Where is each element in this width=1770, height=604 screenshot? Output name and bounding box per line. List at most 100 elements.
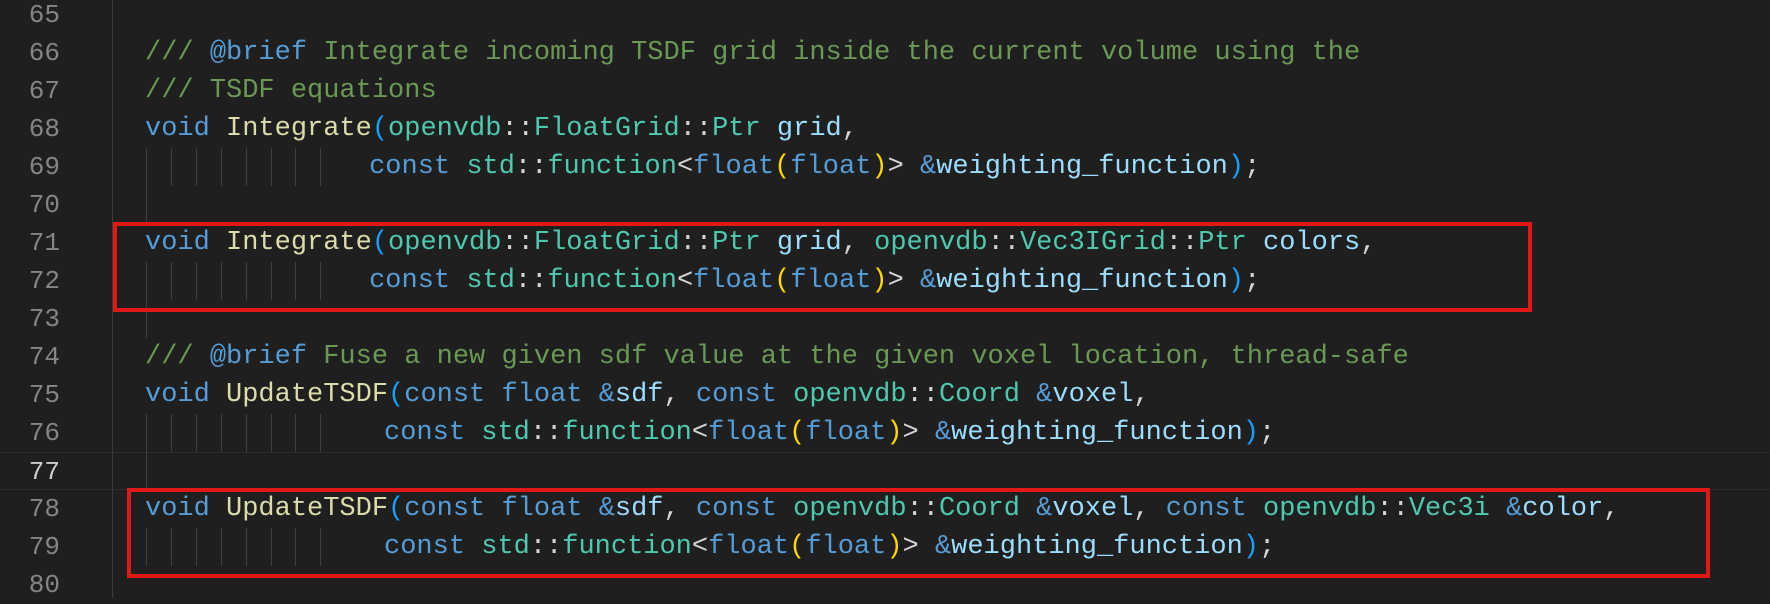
code-line-75[interactable]: 75 void UpdateTSDF(const float &sdf, cons…: [0, 376, 1770, 414]
line-number: 69: [28, 152, 60, 182]
token-doc: @brief: [209, 38, 308, 68]
code-text[interactable]: const std::function<float(float)> &weigh…: [384, 528, 1275, 566]
code-text[interactable]: /// @brief Integrate incoming TSDF grid …: [145, 34, 1360, 72]
token-op: >: [902, 532, 935, 562]
indent-guide: [245, 148, 247, 186]
indent-guide: [170, 528, 172, 566]
token-paren1: (: [371, 228, 389, 258]
line-number: 66: [28, 38, 60, 68]
code-text[interactable]: /// TSDF equations: [145, 72, 437, 110]
code-text[interactable]: /// @brief Fuse a new given sdf value at…: [145, 338, 1409, 376]
token-id: weighting_function: [936, 152, 1228, 182]
code-line-68[interactable]: 68 void Integrate(openvdb::FloatGrid::Ptr…: [0, 110, 1770, 148]
code-line-67[interactable]: 67 /// TSDF equations: [0, 72, 1770, 110]
token-id: grid: [776, 228, 842, 258]
token-punct: [1020, 494, 1036, 524]
token-ns: openvdb: [793, 380, 907, 410]
token-kw: const: [695, 494, 777, 524]
token-id: grid: [776, 114, 842, 144]
token-paren2: ): [871, 266, 888, 296]
token-kw: float: [790, 266, 872, 296]
token-punct: [761, 114, 777, 144]
token-id: weighting_function: [951, 418, 1243, 448]
token-id: sdf: [614, 494, 664, 524]
token-amp: &: [920, 152, 937, 182]
token-punct: [761, 228, 777, 258]
token-punct: [210, 114, 226, 144]
code-text[interactable]: const std::function<float(float)> &weigh…: [369, 262, 1260, 300]
code-line-65[interactable]: 65: [0, 0, 1770, 34]
indent-guide: [295, 148, 297, 186]
indent-guide: [195, 528, 197, 566]
token-punct: [777, 380, 793, 410]
code-editor[interactable]: 65 66 /// @brief Integrate incoming TSDF g…: [0, 0, 1770, 600]
token-amp: &: [598, 380, 615, 410]
token-punct: ::: [987, 228, 1020, 258]
code-text[interactable]: const std::function<float(float)> &weigh…: [384, 414, 1275, 452]
indent-guide: [295, 262, 297, 300]
line-number: 67: [28, 76, 60, 106]
token-punct: [450, 266, 466, 296]
line-number: 75: [28, 380, 60, 410]
indent-guide: [195, 414, 197, 452]
code-line-79[interactable]: 79 const std::function<float(float)> &wei…: [0, 528, 1770, 566]
code-line-72[interactable]: 72 const std::function<float(float)> &wei…: [0, 262, 1770, 300]
token-punct: [485, 494, 501, 524]
token-punct: ,: [663, 380, 696, 410]
token-comment: ///: [145, 38, 210, 68]
token-type: function: [562, 532, 692, 562]
code-line-78[interactable]: 78 void UpdateTSDF(const float &sdf, cons…: [0, 490, 1770, 528]
token-punct: ,: [1360, 228, 1377, 258]
token-kw: const: [404, 494, 486, 524]
token-ns: openvdb: [793, 494, 907, 524]
token-punct: ::: [679, 114, 713, 144]
indent-guide: [146, 262, 147, 300]
code-line-70[interactable]: 70: [0, 186, 1770, 224]
indent-guide: [320, 528, 322, 566]
token-id: voxel: [1052, 494, 1134, 524]
code-line-66[interactable]: 66 /// @brief Integrate incoming TSDF gri…: [0, 34, 1770, 72]
indent-guide: [245, 262, 247, 300]
token-paren2: ): [886, 532, 903, 562]
code-text[interactable]: void Integrate(openvdb::FloatGrid::Ptr g…: [145, 224, 1376, 262]
code-line-69[interactable]: 69 const std::function<float(float)> &wei…: [0, 148, 1770, 186]
token-paren2: (: [774, 266, 791, 296]
code-line-76[interactable]: 76 const std::function<float(float)> &wei…: [0, 414, 1770, 452]
token-amp: &: [598, 494, 615, 524]
code-text[interactable]: void UpdateTSDF(const float &sdf, const …: [145, 490, 1619, 528]
token-op: >: [902, 418, 935, 448]
token-paren1: ): [1227, 266, 1245, 296]
token-paren1: (: [388, 494, 405, 524]
token-kw: void: [145, 114, 210, 144]
indent-guide: [220, 262, 222, 300]
code-line-77[interactable]: 77: [0, 452, 1770, 491]
indent-guide: [320, 262, 322, 300]
code-line-73[interactable]: 73: [0, 300, 1770, 338]
code-text[interactable]: void UpdateTSDF(const float &sdf, const …: [145, 376, 1150, 414]
indent-guide: [220, 528, 222, 566]
token-paren1: ): [1242, 418, 1259, 448]
code-line-74[interactable]: 74 /// @brief Fuse a new given sdf value …: [0, 338, 1770, 376]
code-line-71[interactable]: 71 void Integrate(openvdb::FloatGrid::Ptr…: [0, 224, 1770, 262]
token-type: Coord: [938, 380, 1020, 410]
indent-guide: [146, 453, 147, 491]
token-punct: [777, 494, 793, 524]
code-text[interactable]: const std::function<float(float)> &weigh…: [369, 148, 1260, 186]
token-amp: &: [920, 266, 937, 296]
line-number: 78: [28, 494, 60, 524]
code-line-80[interactable]: 80: [0, 566, 1770, 604]
indent-guide: [270, 414, 272, 452]
token-kw: const: [384, 532, 466, 562]
token-ns: std: [466, 152, 515, 182]
token-kw: float: [693, 152, 775, 182]
indent-guide: [295, 528, 297, 566]
line-number: 74: [28, 342, 60, 372]
token-paren2: ): [886, 418, 903, 448]
token-punct: ;: [1259, 532, 1276, 562]
code-text[interactable]: void Integrate(openvdb::FloatGrid::Ptr g…: [145, 110, 858, 148]
indent-guide: [146, 148, 147, 186]
token-punct: ,: [1133, 380, 1150, 410]
token-punct: ,: [1603, 494, 1620, 524]
token-punct: [582, 494, 598, 524]
token-ns: openvdb: [1263, 494, 1377, 524]
